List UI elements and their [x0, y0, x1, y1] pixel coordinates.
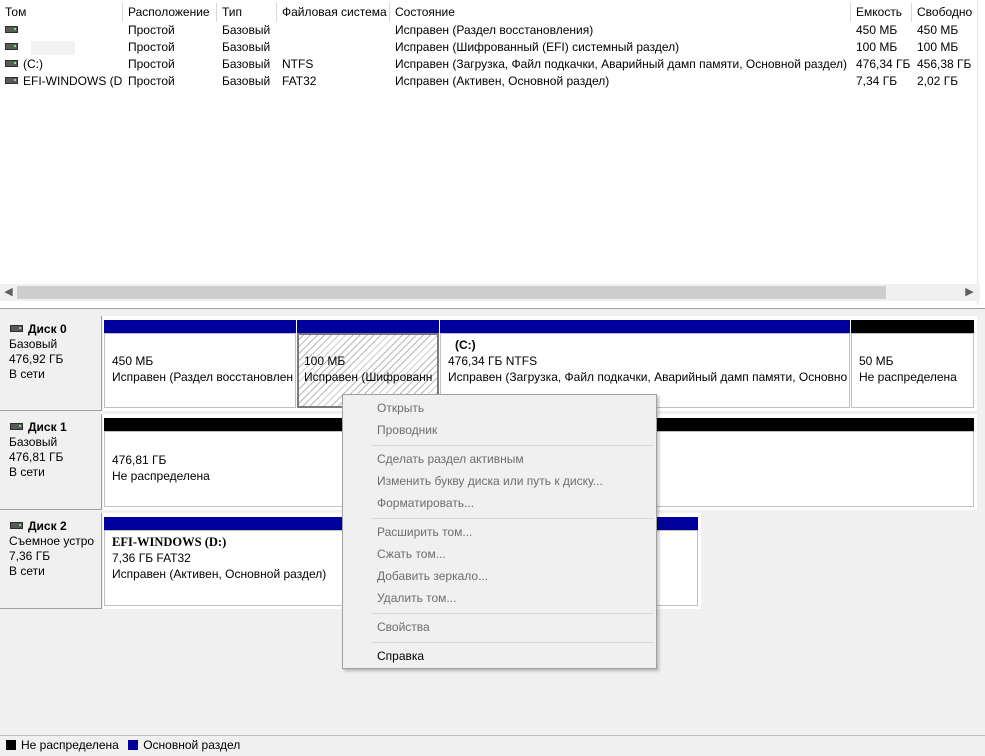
- menu-item-delete[interactable]: Удалить том...: [377, 587, 456, 609]
- partition-recovery[interactable]: 450 МБ Исправен (Раздел восстановлен: [104, 320, 296, 408]
- disk-icon: [10, 324, 23, 332]
- drive-icon: [5, 60, 18, 68]
- column-header-filesystem[interactable]: Файловая система: [277, 3, 390, 22]
- scroll-right-icon[interactable]: ▶: [961, 284, 978, 301]
- table-row[interactable]: (C:) Простой Базовый NTFS Исправен (Загр…: [0, 56, 980, 73]
- volume-list: Том Расположение Тип Файловая система Со…: [0, 0, 985, 305]
- menu-item-open[interactable]: Открыть: [377, 397, 424, 419]
- disk-1-label[interactable]: Диск 1 Базовый 476,81 ГБ В сети: [0, 414, 102, 510]
- unallocated-swatch: [6, 739, 16, 750]
- menu-separator: [371, 445, 654, 446]
- scrollbar-thumb[interactable]: [17, 286, 886, 299]
- column-header-status[interactable]: Состояние: [390, 3, 851, 22]
- table-row[interactable]: Простой Базовый Исправен (Раздел восстан…: [0, 22, 980, 39]
- partition-unallocated[interactable]: 50 МБ Не распределена: [851, 320, 974, 408]
- menu-separator: [371, 518, 654, 519]
- column-header-capacity[interactable]: Емкость: [851, 3, 912, 22]
- drive-icon: [5, 43, 18, 51]
- column-header-volume[interactable]: Том: [0, 3, 123, 22]
- drive-icon: [5, 77, 18, 85]
- menu-item-properties[interactable]: Свойства: [377, 616, 430, 638]
- legend: Не распределена Основной раздел: [0, 735, 985, 756]
- menu-item-explorer[interactable]: Проводник: [377, 419, 437, 441]
- menu-item-shrink[interactable]: Сжать том...: [377, 543, 446, 565]
- menu-item-change-letter[interactable]: Изменить букву диска или путь к диску...: [377, 470, 603, 492]
- disk-0-label[interactable]: Диск 0 Базовый 476,92 ГБ В сети: [0, 316, 102, 411]
- drive-icon: [5, 26, 18, 34]
- table-row[interactable]: Простой Базовый Исправен (Шифрованный (E…: [0, 39, 980, 56]
- disk-icon: [10, 521, 23, 529]
- menu-separator: [371, 613, 654, 614]
- context-menu: Открыть Проводник Сделать раздел активны…: [342, 394, 657, 669]
- primary-swatch: [128, 739, 139, 750]
- redacted-name: [31, 40, 75, 55]
- disk-2-label[interactable]: Диск 2 Съемное устро 7,36 ГБ В сети: [0, 513, 102, 609]
- menu-separator: [371, 642, 654, 643]
- menu-item-help[interactable]: Справка: [377, 645, 424, 667]
- column-header-layout[interactable]: Расположение: [123, 3, 217, 22]
- column-header-type[interactable]: Тип: [217, 3, 277, 22]
- disk-icon: [10, 422, 23, 430]
- menu-item-extend[interactable]: Расширить том...: [377, 521, 472, 543]
- column-header-free[interactable]: Свободно: [912, 3, 978, 22]
- volume-list-header: Том Расположение Тип Файловая система Со…: [0, 3, 980, 22]
- menu-item-add-mirror[interactable]: Добавить зеркало...: [377, 565, 488, 587]
- scroll-left-icon[interactable]: ◀: [0, 284, 17, 301]
- divider: [977, 0, 978, 305]
- menu-item-format[interactable]: Форматировать...: [377, 492, 474, 514]
- menu-item-mark-active[interactable]: Сделать раздел активным: [377, 448, 524, 470]
- table-row[interactable]: EFI-WINDOWS (D:) Простой Базовый FAT32 И…: [0, 73, 980, 90]
- horizontal-scrollbar[interactable]: ◀ ▶: [0, 284, 980, 301]
